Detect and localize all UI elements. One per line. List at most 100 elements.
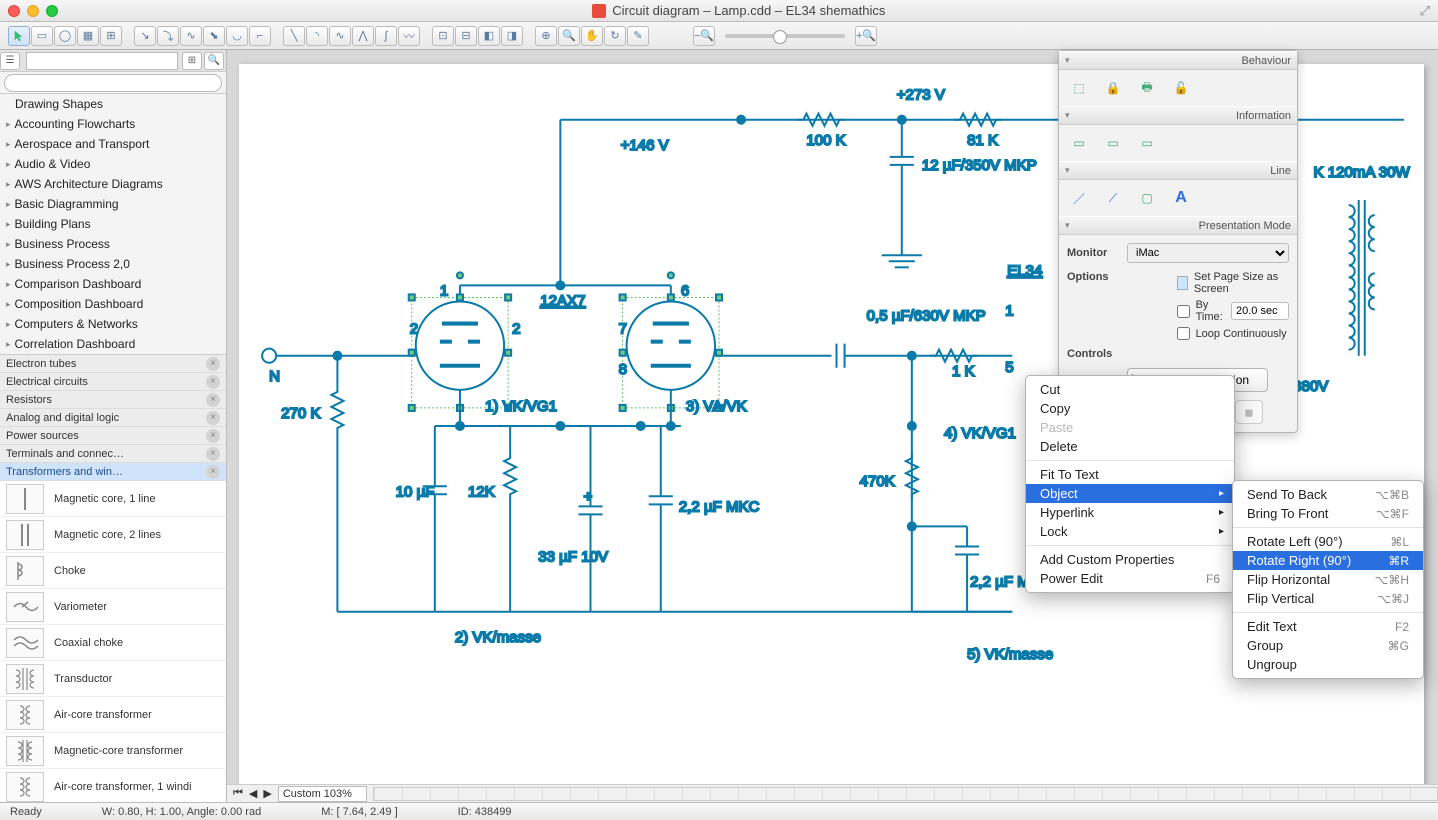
shape-item[interactable]: Magnetic core, 2 lines bbox=[0, 517, 226, 553]
ctx-object[interactable]: Object bbox=[1026, 484, 1234, 503]
close-icon[interactable] bbox=[8, 5, 20, 17]
info-mode-1-icon[interactable]: ▭ bbox=[1067, 131, 1091, 155]
freehand-tool[interactable]: 〰 bbox=[398, 26, 420, 46]
shape-item[interactable]: Variometer bbox=[0, 589, 226, 625]
stop-button[interactable]: ◼ bbox=[1235, 400, 1263, 424]
close-icon[interactable]: × bbox=[206, 411, 220, 425]
sub-flip-vertical[interactable]: Flip Vertical⌥⌘J bbox=[1233, 589, 1423, 608]
library-category[interactable]: Basic Diagramming bbox=[0, 194, 226, 214]
sub-edit-text[interactable]: Edit TextF2 bbox=[1233, 617, 1423, 636]
zoom-tool[interactable]: 🔍 bbox=[558, 26, 580, 46]
close-icon[interactable]: × bbox=[206, 375, 220, 389]
sub-ungroup[interactable]: Ungroup bbox=[1233, 655, 1423, 674]
library-category[interactable]: Comparison Dashboard bbox=[0, 274, 226, 294]
panel-header-presentation[interactable]: Presentation Mode bbox=[1059, 216, 1297, 235]
rect-tool[interactable]: ▭ bbox=[31, 26, 53, 46]
library-category[interactable]: Aerospace and Transport bbox=[0, 134, 226, 154]
loop-checkbox[interactable] bbox=[1177, 327, 1190, 340]
bytime-checkbox[interactable] bbox=[1177, 305, 1190, 318]
text-tool[interactable]: ▦ bbox=[77, 26, 99, 46]
stencil-tab[interactable]: Analog and digital logic× bbox=[0, 409, 226, 427]
page-nav-prev[interactable]: ◀ bbox=[249, 787, 257, 800]
sub-bring-to-front[interactable]: Bring To Front⌥⌘F bbox=[1233, 504, 1423, 523]
sub-send-to-back[interactable]: Send To Back⌥⌘B bbox=[1233, 485, 1423, 504]
info-mode-3-icon[interactable]: ▭ bbox=[1135, 131, 1159, 155]
zoom-fit-button[interactable]: ⊕ bbox=[535, 26, 557, 46]
unlock-icon[interactable]: 🔓 bbox=[1169, 76, 1193, 100]
ungroup-button[interactable]: ⊟ bbox=[455, 26, 477, 46]
ctx-cut[interactable]: Cut bbox=[1026, 380, 1234, 399]
ctx-power-edit[interactable]: Power EditF6 bbox=[1026, 569, 1234, 588]
sub-rotate-left[interactable]: Rotate Left (90°)⌘L bbox=[1233, 532, 1423, 551]
panel-header-line[interactable]: Line bbox=[1059, 161, 1297, 180]
arc-tool[interactable]: ◝ bbox=[306, 26, 328, 46]
line-end-icon[interactable]: ⟋ bbox=[1101, 186, 1125, 210]
close-icon[interactable]: × bbox=[206, 429, 220, 443]
ctx-delete[interactable]: Delete bbox=[1026, 437, 1234, 456]
maximize-icon[interactable] bbox=[46, 5, 58, 17]
zoom-out-button[interactable]: −🔍 bbox=[693, 26, 715, 46]
line-style-icon[interactable]: ／ bbox=[1067, 186, 1091, 210]
text-style-icon[interactable]: A bbox=[1169, 186, 1193, 210]
sub-rotate-right[interactable]: Rotate Right (90°)⌘R bbox=[1233, 551, 1423, 570]
expand-icon[interactable]: ⤢ bbox=[1420, 3, 1430, 19]
info-mode-2-icon[interactable]: ▭ bbox=[1101, 131, 1125, 155]
eyedropper-tool[interactable]: ✎ bbox=[627, 26, 649, 46]
library-category[interactable]: Correlation Dashboard bbox=[0, 334, 226, 354]
library-category[interactable]: Audio & Video bbox=[0, 154, 226, 174]
shadow-icon[interactable]: ▢ bbox=[1135, 186, 1159, 210]
zoom-slider[interactable] bbox=[725, 34, 845, 38]
close-icon[interactable]: × bbox=[206, 357, 220, 371]
ctx-hyperlink[interactable]: Hyperlink bbox=[1026, 503, 1234, 522]
stencil-tab-active[interactable]: Transformers and win…× bbox=[0, 463, 226, 481]
stencil-tab[interactable]: Power sources× bbox=[0, 427, 226, 445]
stencil-tab[interactable]: Resistors× bbox=[0, 391, 226, 409]
print-icon[interactable]: 🖶 bbox=[1135, 76, 1159, 100]
library-search-input[interactable] bbox=[4, 74, 222, 92]
pointer-tool[interactable] bbox=[8, 26, 30, 46]
shape-item[interactable]: Choke bbox=[0, 553, 226, 589]
connector-smart[interactable]: ⬊ bbox=[203, 26, 225, 46]
connector-ortho[interactable]: ⌐ bbox=[249, 26, 271, 46]
grid-view-icon[interactable]: ⊞ bbox=[182, 52, 202, 70]
ctx-fit-to-text[interactable]: Fit To Text bbox=[1026, 465, 1234, 484]
lock-icon[interactable]: 🔒 bbox=[1101, 76, 1125, 100]
search-icon[interactable]: 🔍 bbox=[204, 52, 224, 70]
spline-tool[interactable]: ∿ bbox=[329, 26, 351, 46]
library-category[interactable]: Business Process 2,0 bbox=[0, 254, 226, 274]
polyline-tool[interactable]: ⋀ bbox=[352, 26, 374, 46]
shape-item[interactable]: Magnetic-core transformer bbox=[0, 733, 226, 769]
connector-round[interactable]: ◡ bbox=[226, 26, 248, 46]
page-nav-next[interactable]: ▶ bbox=[263, 787, 271, 800]
ctx-lock[interactable]: Lock bbox=[1026, 522, 1234, 541]
library-category[interactable]: Computers & Networks bbox=[0, 314, 226, 334]
close-icon[interactable]: × bbox=[206, 393, 220, 407]
stencil-tab[interactable]: Electrical circuits× bbox=[0, 373, 226, 391]
back-button[interactable]: ◨ bbox=[501, 26, 523, 46]
panel-header-behaviour[interactable]: Behaviour bbox=[1059, 51, 1297, 70]
tree-view-icon[interactable]: ☰ bbox=[0, 52, 20, 70]
front-button[interactable]: ◧ bbox=[478, 26, 500, 46]
line-tool[interactable]: ╲ bbox=[283, 26, 305, 46]
connector-bezier[interactable]: ∿ bbox=[180, 26, 202, 46]
stencil-tab[interactable]: Electron tubes× bbox=[0, 355, 226, 373]
library-filter-input[interactable] bbox=[26, 52, 178, 70]
connector-arc[interactable]: ⤵ bbox=[157, 26, 179, 46]
panel-header-information[interactable]: Information bbox=[1059, 106, 1297, 125]
bytime-input[interactable] bbox=[1231, 302, 1289, 320]
stencil-tab[interactable]: Terminals and connec…× bbox=[0, 445, 226, 463]
page-nav-first[interactable]: ⏮ bbox=[233, 787, 243, 800]
shape-item[interactable]: Air-core transformer, 1 windi bbox=[0, 769, 226, 802]
close-icon[interactable]: × bbox=[206, 447, 220, 461]
ellipse-tool[interactable]: ◯ bbox=[54, 26, 76, 46]
connector-direct[interactable]: ↘ bbox=[134, 26, 156, 46]
library-category[interactable]: Business Process bbox=[0, 234, 226, 254]
ctx-copy[interactable]: Copy bbox=[1026, 399, 1234, 418]
ctx-custom-properties[interactable]: Add Custom Properties bbox=[1026, 550, 1234, 569]
library-category[interactable]: Composition Dashboard bbox=[0, 294, 226, 314]
bezier-tool[interactable]: ʃ bbox=[375, 26, 397, 46]
pan-tool[interactable]: ✋ bbox=[581, 26, 603, 46]
shape-item[interactable]: Transductor bbox=[0, 661, 226, 697]
close-icon[interactable]: × bbox=[206, 465, 220, 479]
rotate-tool[interactable]: ↻ bbox=[604, 26, 626, 46]
